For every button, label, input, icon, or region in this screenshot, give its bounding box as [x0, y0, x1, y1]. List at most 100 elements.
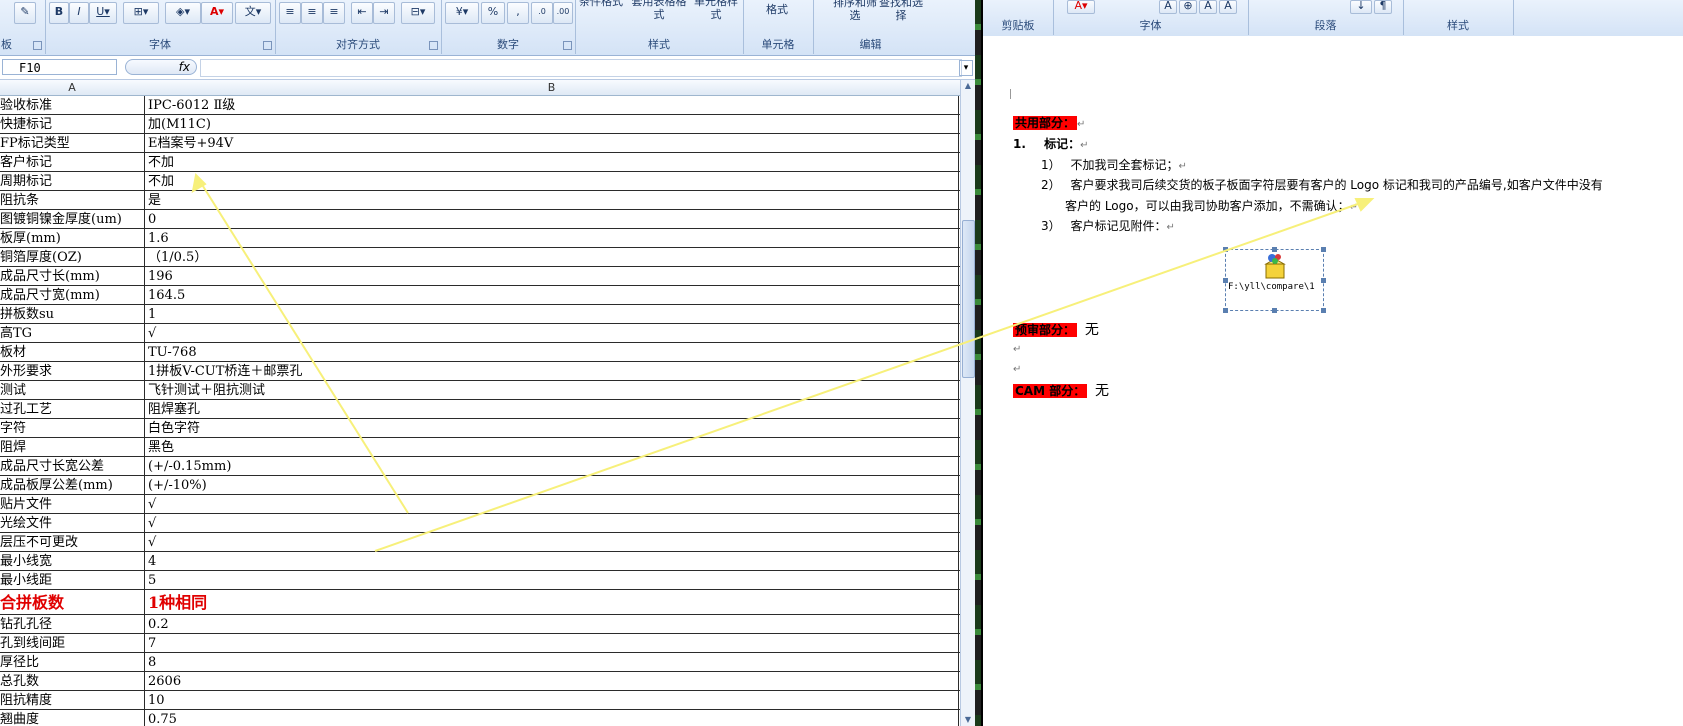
cell-a[interactable]: 阻焊: [0, 438, 144, 457]
percent-button[interactable]: %: [481, 2, 505, 24]
column-header-a[interactable]: A: [0, 80, 144, 95]
cell-b[interactable]: 2606: [148, 672, 948, 691]
insert-function-button[interactable]: fx: [125, 59, 197, 75]
cell-a[interactable]: 钻孔孔径: [0, 615, 144, 634]
resize-handle[interactable]: [1272, 308, 1277, 313]
cell-b[interactable]: 1拼板V-CUT桥连＋邮票孔: [148, 362, 948, 381]
column-header-b[interactable]: B: [145, 80, 958, 95]
sort-filter-button[interactable]: 排序和筛选: [833, 0, 877, 22]
cell-b[interactable]: 164.5: [148, 286, 948, 305]
cell-a[interactable]: 层压不可更改: [0, 533, 144, 552]
cell-b[interactable]: √: [148, 533, 948, 552]
cell-a[interactable]: 成品板厚公差(mm): [0, 476, 144, 495]
cell-b[interactable]: 0.2: [148, 615, 948, 634]
resize-handle[interactable]: [1223, 247, 1228, 252]
formula-input[interactable]: [200, 59, 962, 77]
align-right-icon[interactable]: ≡: [323, 2, 345, 24]
align-left-icon[interactable]: ≡: [279, 2, 301, 24]
merge-cells-icon[interactable]: ⊟▾: [401, 2, 435, 24]
italic-button[interactable]: I: [69, 2, 89, 24]
cell-a[interactable]: 拼板数su: [0, 305, 144, 324]
cell-a[interactable]: FP标记类型: [0, 134, 144, 153]
bold-button[interactable]: B: [49, 2, 69, 24]
cell-b[interactable]: 飞针测试＋阻抗测试: [148, 381, 948, 400]
increase-decimal-icon[interactable]: .0: [531, 2, 553, 24]
cell-b[interactable]: 是: [148, 191, 948, 210]
cell-b[interactable]: 4: [148, 552, 948, 571]
cell-b[interactable]: 不加: [148, 172, 948, 191]
cell-a[interactable]: 成品尺寸长宽公差: [0, 457, 144, 476]
cell-b[interactable]: 1.6: [148, 229, 948, 248]
cell-a[interactable]: 板厚(mm): [0, 229, 144, 248]
increase-indent-icon[interactable]: ⇥: [373, 2, 395, 24]
phonetic-button[interactable]: 文▾: [235, 2, 271, 24]
find-select-button[interactable]: 查找和选择: [879, 0, 923, 22]
currency-icon[interactable]: ¥▾: [445, 2, 479, 24]
resize-handle[interactable]: [1321, 247, 1326, 252]
cell-a[interactable]: 厚径比: [0, 653, 144, 672]
cell-b[interactable]: 7: [148, 634, 948, 653]
cell-styles-button[interactable]: 单元格样式: [691, 0, 741, 21]
cell-a[interactable]: 客户标记: [0, 153, 144, 172]
spreadsheet-grid[interactable]: 验收标准 IPC-6012 Ⅱ级 快捷标记 加(M11C) FP标记类型 E档案号+94V…: [0, 96, 960, 726]
cell-b[interactable]: (+/-10%): [148, 476, 948, 495]
fill-color-icon[interactable]: ◈▾: [165, 2, 201, 24]
cell-a[interactable]: 验收标准: [0, 96, 144, 115]
cell-a[interactable]: 板材: [0, 343, 144, 362]
dialog-launcher-icon[interactable]: [263, 41, 272, 50]
scroll-thumb[interactable]: [962, 220, 975, 378]
document-page[interactable]: 共用部分： ↵ 1. 标记：↵ 1） 不加我司全套标记；↵ 2） 客户要求我司后续…: [983, 59, 1683, 726]
cell-b[interactable]: (+/-0.15mm): [148, 457, 948, 476]
expand-formula-icon[interactable]: ▾: [959, 60, 973, 76]
cell-b[interactable]: 1种相同: [148, 590, 948, 615]
cell-b[interactable]: 加(M11C): [148, 115, 948, 134]
cell-b[interactable]: 10: [148, 691, 948, 710]
clear-format-icon[interactable]: A: [1219, 0, 1237, 14]
cell-a[interactable]: 总孔数: [0, 672, 144, 691]
format-painter-icon[interactable]: ✎: [14, 2, 36, 24]
dialog-launcher-icon[interactable]: [563, 41, 572, 50]
embedded-attachment[interactable]: F:\yll\compare\1: [1223, 247, 1326, 313]
cell-a[interactable]: 高TG: [0, 324, 144, 343]
cell-a[interactable]: 孔到线间距: [0, 634, 144, 653]
resize-handle[interactable]: [1223, 308, 1228, 313]
cell-b[interactable]: TU-768: [148, 343, 948, 362]
format-cells-button[interactable]: 格式: [747, 3, 807, 16]
cell-b[interactable]: 不加: [148, 153, 948, 172]
cell-b[interactable]: 8: [148, 653, 948, 672]
cell-b[interactable]: 196: [148, 267, 948, 286]
cell-b[interactable]: 白色字符: [148, 419, 948, 438]
cell-a[interactable]: 最小线宽: [0, 552, 144, 571]
cell-b[interactable]: IPC-6012 Ⅱ级: [148, 96, 948, 115]
dialog-launcher-icon[interactable]: [429, 41, 438, 50]
name-box[interactable]: F10: [2, 59, 117, 75]
decrease-decimal-icon[interactable]: .00: [553, 2, 573, 24]
sort-icon[interactable]: ↓: [1350, 0, 1372, 14]
cell-a[interactable]: 最小线距: [0, 571, 144, 590]
cell-a[interactable]: 过孔工艺: [0, 400, 144, 419]
cell-a[interactable]: 快捷标记: [0, 115, 144, 134]
cell-b[interactable]: 5: [148, 571, 948, 590]
cell-a[interactable]: 铜箔厚度(OZ): [0, 248, 144, 267]
cell-b[interactable]: √: [148, 495, 948, 514]
show-marks-icon[interactable]: ¶: [1374, 0, 1392, 14]
cell-a[interactable]: 贴片文件: [0, 495, 144, 514]
cell-b[interactable]: 0.75: [148, 710, 948, 726]
enclose-char-icon[interactable]: ⊕: [1179, 0, 1197, 14]
cell-a[interactable]: 图镀铜镍金厚度(um): [0, 210, 144, 229]
font-color-icon[interactable]: A▾: [1067, 0, 1095, 14]
underline-button[interactable]: U▾: [89, 2, 117, 24]
cell-a[interactable]: 阻抗精度: [0, 691, 144, 710]
comma-style-button[interactable]: ,: [507, 2, 529, 24]
decrease-indent-icon[interactable]: ⇤: [351, 2, 373, 24]
cell-a[interactable]: 外形要求: [0, 362, 144, 381]
cell-b[interactable]: 黑色: [148, 438, 948, 457]
cell-b[interactable]: 阻焊塞孔: [148, 400, 948, 419]
scroll-down-icon[interactable]: ▼: [961, 714, 975, 726]
cell-b[interactable]: （1/0.5）: [148, 248, 948, 267]
cell-b[interactable]: √: [148, 324, 948, 343]
cell-a[interactable]: 测试: [0, 381, 144, 400]
cell-a[interactable]: 光绘文件: [0, 514, 144, 533]
resize-handle[interactable]: [1321, 308, 1326, 313]
cell-a[interactable]: 阻抗条: [0, 191, 144, 210]
